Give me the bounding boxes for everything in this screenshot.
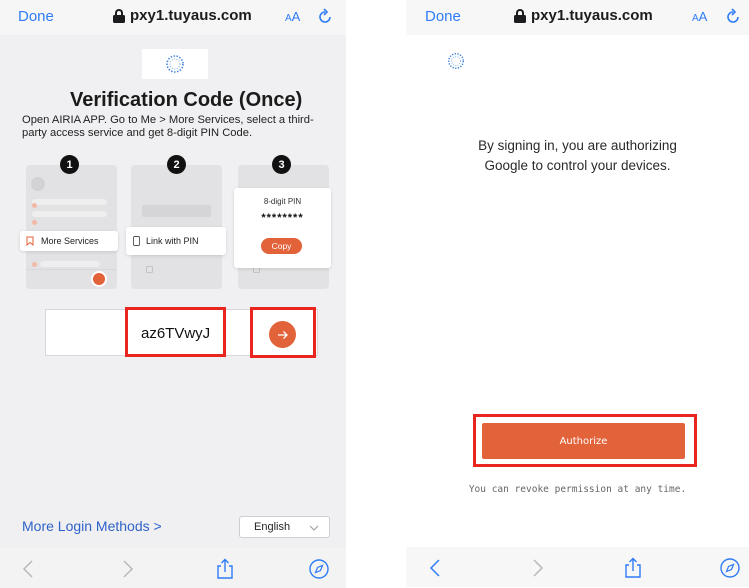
forward-icon[interactable] xyxy=(116,558,138,580)
brand-logo-icon xyxy=(448,53,464,69)
browser-bottom-toolbar xyxy=(0,548,346,588)
authorization-message-line-1: By signing in, you are authorizing xyxy=(478,138,677,153)
revoke-note: You can revoke permission at any time. xyxy=(468,484,687,495)
browser-bottom-toolbar xyxy=(406,547,749,587)
language-selected: English xyxy=(254,521,291,533)
share-icon[interactable] xyxy=(622,557,644,579)
copy-button: Copy xyxy=(261,238,302,254)
step-3-number: 3 xyxy=(272,155,291,174)
phone-icon xyxy=(133,236,140,246)
browser-top-bar: Done pxy1.tuyaus.com AA xyxy=(406,0,749,35)
step-1-illustration xyxy=(26,165,117,289)
chevron-down-icon xyxy=(309,525,319,531)
brand-logo xyxy=(142,49,208,79)
page-title: Verification Code (Once) xyxy=(70,89,303,111)
lock-icon xyxy=(514,8,526,23)
highlight-box-submit xyxy=(250,307,316,358)
share-icon[interactable] xyxy=(214,558,236,580)
text-size-button[interactable]: AA xyxy=(692,9,707,24)
highlight-box-pin-input xyxy=(125,307,226,357)
reload-icon[interactable] xyxy=(724,8,742,26)
bookmark-icon xyxy=(26,236,34,246)
screenshot-root: Done pxy1.tuyaus.com AA Verification Cod… xyxy=(0,0,749,588)
forward-icon[interactable] xyxy=(526,557,548,579)
pin-card-value: ******** xyxy=(261,212,304,224)
back-icon[interactable] xyxy=(18,558,40,580)
done-button[interactable]: Done xyxy=(425,8,461,25)
highlight-box-authorize xyxy=(473,414,697,467)
reload-icon[interactable] xyxy=(316,8,334,26)
language-select[interactable]: English xyxy=(239,516,330,538)
authorization-screen: Done pxy1.tuyaus.com AA By signing in, y… xyxy=(406,0,749,588)
compass-icon[interactable] xyxy=(308,558,330,580)
url-text: pxy1.tuyaus.com xyxy=(531,7,653,24)
url-text: pxy1.tuyaus.com xyxy=(130,7,252,24)
verification-screen: Done pxy1.tuyaus.com AA Verification Cod… xyxy=(0,0,346,588)
pin-card-label: 8-digit PIN xyxy=(263,197,302,206)
back-icon[interactable] xyxy=(425,557,447,579)
step-1-number: 1 xyxy=(60,155,79,174)
more-services-label: More Services xyxy=(41,236,99,246)
pin-code-card: 8-digit PIN ******** Copy xyxy=(234,188,331,268)
more-login-methods-link[interactable]: More Login Methods > xyxy=(22,518,162,534)
link-with-pin-label: Link with PIN xyxy=(146,236,199,246)
more-services-card: More Services xyxy=(20,231,118,251)
text-size-button[interactable]: AA xyxy=(285,9,300,24)
lock-icon xyxy=(113,8,125,23)
authorization-message-line-2: Google to control your devices. xyxy=(484,158,671,173)
done-button[interactable]: Done xyxy=(18,8,54,25)
link-with-pin-card: Link with PIN xyxy=(126,227,226,255)
browser-top-bar: Done pxy1.tuyaus.com AA xyxy=(0,0,346,35)
address-bar[interactable]: pxy1.tuyaus.com xyxy=(113,7,252,24)
step-2-number: 2 xyxy=(167,155,186,174)
address-bar[interactable]: pxy1.tuyaus.com xyxy=(514,7,653,24)
instructions-text: Open AIRIA APP. Go to Me > More Services… xyxy=(22,114,314,139)
authorization-message: By signing in, you are authorizing Googl… xyxy=(406,136,749,176)
avatar-icon xyxy=(91,271,107,287)
brand-logo-icon xyxy=(166,55,184,73)
compass-icon[interactable] xyxy=(719,557,741,579)
